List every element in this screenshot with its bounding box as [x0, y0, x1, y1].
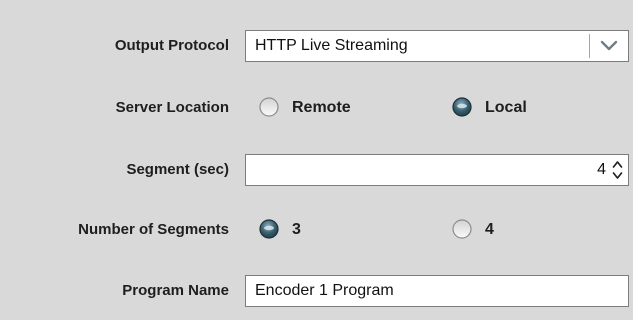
output-protocol-value: HTTP Live Streaming — [255, 37, 408, 54]
select-divider — [589, 34, 590, 58]
server-location-label: Server Location — [115, 99, 229, 116]
program-name-label: Program Name — [122, 282, 229, 299]
segment-label: Segment (sec) — [126, 161, 229, 178]
chevron-down-icon[interactable] — [598, 37, 620, 55]
segment-spinner[interactable]: 4 — [245, 154, 629, 186]
radio-selected-icon — [452, 97, 472, 117]
radio-server-remote-label: Remote — [292, 99, 351, 116]
radio-segments-4-label: 4 — [485, 221, 494, 238]
program-name-value: Encoder 1 Program — [255, 282, 394, 299]
output-protocol-select[interactable]: HTTP Live Streaming — [245, 30, 629, 62]
segment-value: 4 — [597, 161, 606, 178]
radio-segments-3-label: 3 — [292, 221, 301, 238]
number-of-segments-label: Number of Segments — [78, 221, 229, 238]
spinner-arrows-icon[interactable] — [610, 157, 625, 183]
radio-selected-icon — [259, 219, 279, 239]
output-protocol-label: Output Protocol — [114, 37, 229, 54]
radio-server-local-label: Local — [485, 99, 527, 116]
program-name-input[interactable]: Encoder 1 Program — [245, 275, 629, 307]
radio-unselected-icon — [452, 219, 472, 239]
radio-unselected-icon — [259, 97, 279, 117]
